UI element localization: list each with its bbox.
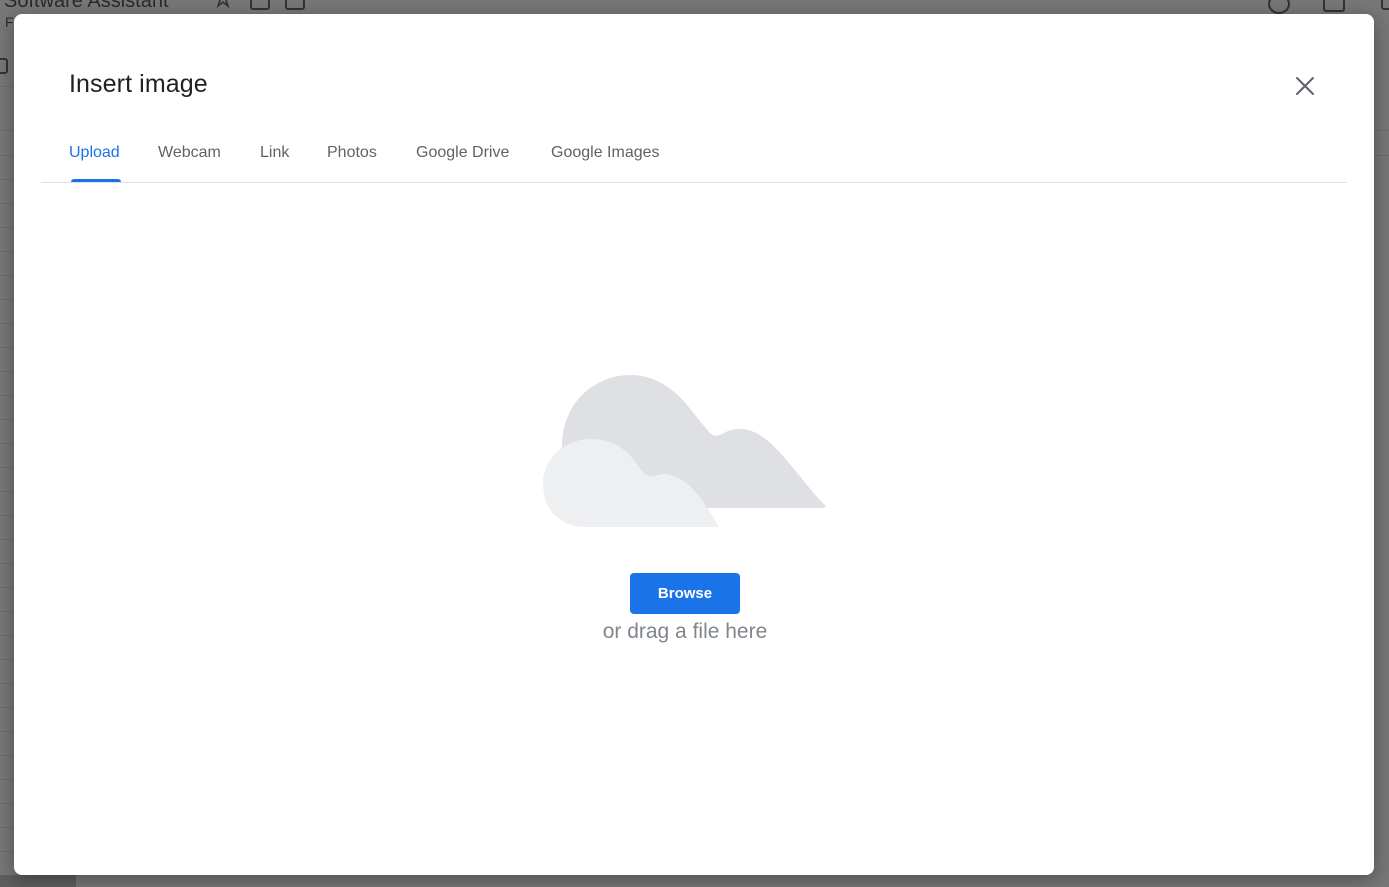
background-grid-line <box>0 779 14 780</box>
background-comment-icon <box>1323 0 1345 12</box>
background-grid-line <box>0 203 14 204</box>
background-grid-line <box>0 755 14 756</box>
background-grid-line <box>0 587 14 588</box>
background-grid-line <box>0 539 14 540</box>
background-grid-line <box>0 275 14 276</box>
background-grid-line <box>0 371 14 372</box>
background-grid-line <box>0 611 14 612</box>
background-history-icon <box>1268 0 1290 14</box>
background-grid-line <box>0 707 14 708</box>
tab-google-images[interactable]: Google Images <box>551 144 660 162</box>
background-grid-line <box>0 851 14 852</box>
background-grid-line <box>0 179 14 180</box>
tab-bar: Upload Webcam Link Photos Google Drive G… <box>41 134 1347 183</box>
background-format-icon <box>0 58 8 74</box>
background-grid-line <box>0 563 14 564</box>
background-menu-letter: F <box>5 14 14 30</box>
background-doc-title: Software Assistant <box>4 0 169 12</box>
dialog-title: Insert image <box>69 70 208 98</box>
background-sheet-tab <box>0 875 76 887</box>
background-grid-line <box>0 395 14 396</box>
tab-google-drive[interactable]: Google Drive <box>416 144 509 162</box>
background-grid-line <box>0 443 14 444</box>
drag-drop-hint: or drag a file here <box>602 620 768 643</box>
background-grid-line <box>0 347 14 348</box>
background-grid-line <box>0 299 14 300</box>
background-grid-line <box>0 827 14 828</box>
background-grid-line <box>0 419 14 420</box>
browse-button[interactable]: Browse <box>630 573 740 614</box>
background-star-icon <box>213 0 233 9</box>
background-grid-line <box>0 86 14 87</box>
background-grid-line <box>0 227 14 228</box>
background-grid-line <box>0 491 14 492</box>
background-grid-line <box>0 635 14 636</box>
background-grid-line <box>0 515 14 516</box>
background-folder-icon <box>250 0 270 10</box>
tab-link[interactable]: Link <box>260 144 289 162</box>
tab-photos[interactable]: Photos <box>327 144 377 162</box>
background-grid-line <box>1375 130 1389 131</box>
cloud-illustration-icon <box>543 375 826 527</box>
background-grid-line <box>0 467 14 468</box>
close-button[interactable] <box>1289 70 1321 102</box>
active-tab-indicator <box>71 179 121 182</box>
background-grid-line <box>0 683 14 684</box>
background-grid-line <box>0 731 14 732</box>
background-grid-line <box>0 659 14 660</box>
background-grid-line <box>0 130 14 131</box>
tab-upload[interactable]: Upload <box>69 144 120 162</box>
background-grid-line <box>1375 155 1389 156</box>
background-cloud-icon <box>285 0 305 10</box>
insert-image-dialog: Insert image Upload Webcam Link Photos G… <box>14 14 1374 875</box>
close-icon <box>1296 77 1314 95</box>
background-grid-line <box>0 323 14 324</box>
tab-webcam[interactable]: Webcam <box>158 144 221 162</box>
background-lock-icon <box>1381 0 1389 10</box>
background-grid-line <box>0 803 14 804</box>
background-grid-line <box>0 251 14 252</box>
background-grid-line <box>0 155 14 156</box>
